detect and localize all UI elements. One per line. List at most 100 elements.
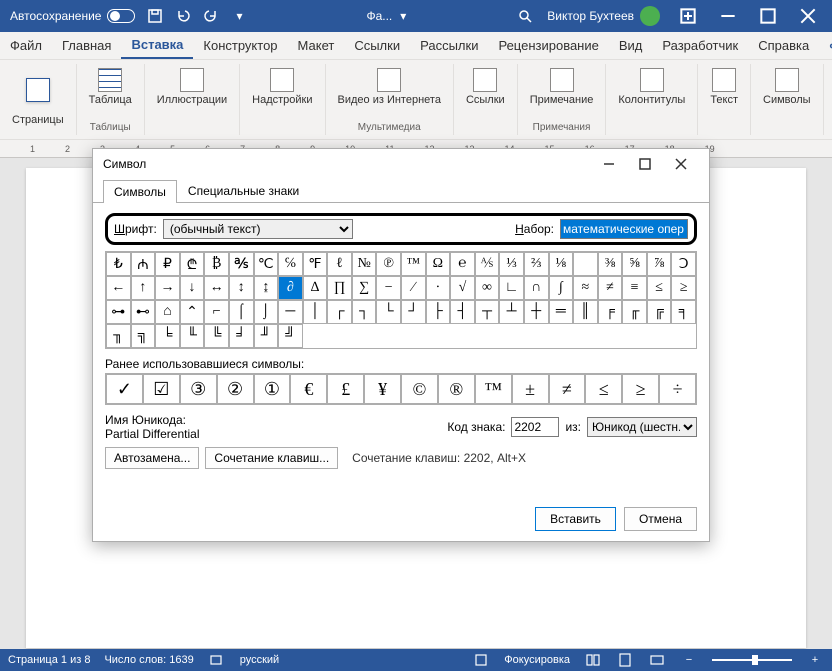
menu-developer[interactable]: Разработчик [652,32,748,59]
symbols-button[interactable]: Символы [759,66,815,108]
symbol-cell[interactable]: ℓ [327,252,352,276]
symbol-cell[interactable] [573,252,598,276]
ribbon-options-icon[interactable] [668,0,708,32]
search-icon[interactable] [513,4,537,28]
symbol-cell[interactable]: ⅝ [622,252,647,276]
menu-help[interactable]: Справка [748,32,819,59]
symbol-cell[interactable]: ╚ [204,324,229,348]
spellcheck-icon[interactable] [208,651,226,669]
addins-button[interactable]: Надстройки [248,66,316,108]
symbol-cell[interactable]: ↨ [254,276,279,300]
recent-symbol-cell[interactable]: ≠ [549,374,586,404]
qat-dropdown-icon[interactable]: ▾ [227,4,251,28]
recent-symbol-cell[interactable]: ® [438,374,475,404]
symbol-cell[interactable]: ╛ [229,324,254,348]
symbol-cell[interactable]: Ω [426,252,451,276]
recent-symbol-cell[interactable]: ÷ [659,374,696,404]
recent-symbol-cell[interactable]: ✓ [106,374,143,404]
symbol-cell[interactable]: ┬ [475,300,500,324]
menu-review[interactable]: Рецензирование [488,32,608,59]
code-input[interactable] [511,417,559,437]
symbol-cell[interactable]: ⅓ [499,252,524,276]
symbol-cell[interactable]: ⅔ [524,252,549,276]
maximize-icon[interactable] [748,0,788,32]
comment-button[interactable]: Примечание [526,66,598,108]
print-layout-icon[interactable] [616,651,634,669]
zoom-out-icon[interactable]: − [680,651,698,669]
recent-symbol-cell[interactable]: ≥ [622,374,659,404]
symbol-cell[interactable]: ∑ [352,276,377,300]
symbol-cell[interactable]: ℉ [303,252,328,276]
symbol-cell[interactable]: └ [376,300,401,324]
symbol-cell[interactable]: ╜ [254,324,279,348]
set-select[interactable]: математические опер [560,219,688,239]
recent-symbol-cell[interactable]: ™ [475,374,512,404]
recent-symbol-cell[interactable]: © [401,374,438,404]
pages-button[interactable]: Страницы [8,66,68,128]
symbol-cell[interactable]: ─ [278,300,303,324]
recent-symbol-cell[interactable]: ≤ [585,374,622,404]
undo-icon[interactable] [171,4,195,28]
symbol-cell[interactable]: ≤ [647,276,672,300]
insert-button[interactable]: Вставить [535,507,616,531]
symbol-cell[interactable]: ═ [549,300,574,324]
status-focus[interactable]: Фокусировка [504,654,570,666]
symbol-cell[interactable]: ↔ [204,276,229,300]
symbol-cell[interactable]: № [352,252,377,276]
recent-symbol-cell[interactable]: ☑ [143,374,180,404]
symbol-cell[interactable]: ╔ [647,300,672,324]
recent-symbol-cell[interactable]: ± [512,374,549,404]
symbol-cell[interactable]: ℁ [229,252,254,276]
symbol-cell[interactable]: ┼ [524,300,549,324]
symbol-cell[interactable]: ⊶ [106,300,131,324]
menu-references[interactable]: Ссылки [344,32,410,59]
video-button[interactable]: Видео из Интернета [334,66,445,108]
focus-icon[interactable] [472,651,490,669]
symbol-cell[interactable]: √ [450,276,475,300]
symbol-cell[interactable]: ⅛ [549,252,574,276]
symbol-cell[interactable]: ∞ [475,276,500,300]
symbol-cell[interactable]: ╝ [278,324,303,348]
symbol-cell[interactable]: ║ [573,300,598,324]
symbol-cell[interactable]: ┌ [327,300,352,324]
symbol-cell[interactable]: ┤ [450,300,475,324]
status-words[interactable]: Число слов: 1639 [104,654,193,666]
symbol-cell[interactable]: ⌂ [155,300,180,324]
symbol-cell[interactable]: ┘ [401,300,426,324]
recent-symbol-cell[interactable]: ② [217,374,254,404]
links-button[interactable]: Ссылки [462,66,509,108]
web-layout-icon[interactable] [648,651,666,669]
menu-file[interactable]: Файл [0,32,52,59]
symbol-cell[interactable]: ≈ [573,276,598,300]
symbol-cell[interactable]: ∏ [327,276,352,300]
symbol-cell[interactable]: ┐ [352,300,377,324]
symbol-cell[interactable]: ∩ [524,276,549,300]
close-icon[interactable] [788,0,828,32]
zoom-slider[interactable] [712,659,792,661]
recent-symbol-cell[interactable]: £ [327,374,364,404]
recent-symbol-cell[interactable]: ① [254,374,291,404]
dialog-titlebar[interactable]: Символ [93,149,709,179]
read-mode-icon[interactable] [584,651,602,669]
headerfooter-button[interactable]: Колонтитулы [614,66,689,108]
menu-mailings[interactable]: Рассылки [410,32,488,59]
redo-icon[interactable] [199,4,223,28]
symbol-cell[interactable]: ╓ [622,300,647,324]
symbol-cell[interactable]: ╘ [155,324,180,348]
symbol-cell[interactable]: ⅞ [647,252,672,276]
symbol-cell[interactable]: ← [106,276,131,300]
symbol-cell[interactable]: ≥ [671,276,696,300]
symbol-cell[interactable]: ↕ [229,276,254,300]
symbol-cell[interactable]: ⅜ [598,252,623,276]
menu-home[interactable]: Главная [52,32,121,59]
menu-layout[interactable]: Макет [288,32,345,59]
illustrations-button[interactable]: Иллюстрации [153,66,231,108]
dialog-maximize-icon[interactable] [627,149,663,179]
symbol-cell[interactable]: ℃ [254,252,279,276]
menu-view[interactable]: Вид [609,32,653,59]
minimize-icon[interactable] [708,0,748,32]
symbol-cell[interactable]: ™ [401,252,426,276]
save-icon[interactable] [143,4,167,28]
doc-dropdown-icon[interactable]: ▾ [400,9,406,23]
symbol-cell[interactable]: ℗ [376,252,401,276]
